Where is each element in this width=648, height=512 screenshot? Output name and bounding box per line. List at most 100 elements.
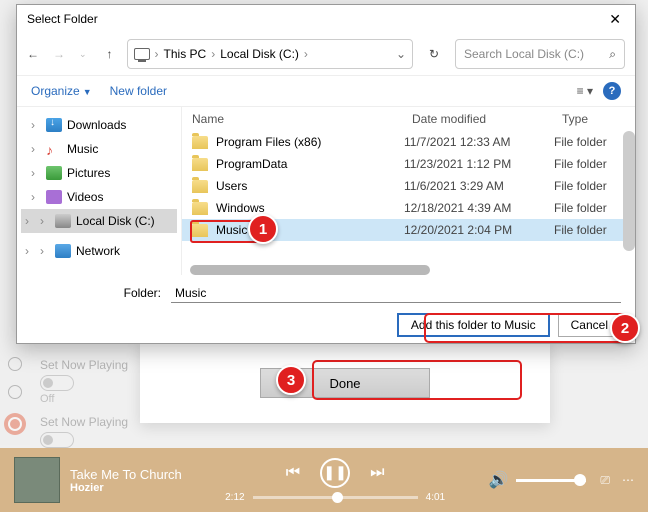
toolbar: Organize▼ New folder ≡ ▾ ? (17, 75, 635, 107)
time-elapsed: 2:12 (225, 492, 244, 503)
expand-icon[interactable]: › (40, 214, 50, 228)
file-list: Name Date modified Type Program Files (x… (181, 107, 635, 275)
tree-item-pictures[interactable]: › Pictures (21, 161, 177, 185)
progress-bar[interactable] (253, 496, 418, 499)
chevron-right-icon[interactable]: › (155, 47, 159, 61)
album-art[interactable] (14, 457, 60, 503)
expand-icon[interactable]: › (31, 142, 41, 156)
ic-music (46, 142, 62, 156)
close-button[interactable]: ✕ (601, 9, 629, 30)
pc-icon (134, 48, 150, 60)
folder-label: Folder: (31, 286, 161, 300)
tree-label: Downloads (67, 118, 126, 132)
ic-disk (55, 214, 71, 228)
dialog-footer: Folder: Add this folder to Music Cancel (17, 275, 635, 345)
nav-bar: ← → ⌄ ↑ › This PC › Local Disk (C:) › ⌄ … (17, 33, 635, 75)
col-date[interactable]: Date modified (412, 112, 562, 126)
file-name: Music (216, 223, 247, 237)
breadcrumb[interactable]: Local Disk (C:) (220, 47, 299, 61)
folder-icon (192, 180, 208, 193)
volume-bar[interactable] (516, 479, 586, 482)
toggle-off[interactable] (40, 375, 74, 391)
track-title: Take Me To Church (70, 467, 182, 482)
file-name: ProgramData (216, 157, 287, 171)
history-dropdown[interactable]: ⌄ (79, 49, 87, 60)
up-button[interactable]: ↑ (107, 47, 113, 61)
breadcrumb[interactable]: This PC (164, 47, 207, 61)
more-icon[interactable]: ⋯ (622, 473, 634, 488)
view-options-icon[interactable]: ≡ ▾ (577, 84, 593, 98)
file-row[interactable]: Windows12/18/2021 4:39 AMFile folder (182, 197, 635, 219)
column-headers[interactable]: Name Date modified Type (182, 107, 635, 131)
chevron-right-icon[interactable]: › (211, 47, 215, 61)
gear-icon (8, 385, 22, 399)
expand-icon[interactable]: › (40, 244, 50, 258)
file-date: 11/7/2021 12:33 AM (404, 135, 554, 149)
folder-tree: › Downloads › Music › Pictures › Videos › › Local … (17, 107, 181, 275)
col-name[interactable]: Name (192, 112, 412, 126)
expand-icon[interactable]: › (31, 118, 41, 132)
folder-input[interactable] (171, 283, 621, 303)
file-name: Windows (216, 201, 265, 215)
tree-item-network[interactable]: › › Network (21, 239, 177, 263)
chevron-right-icon[interactable]: › (304, 47, 308, 61)
folder-icon (192, 136, 208, 149)
time-total: 4:01 (426, 492, 445, 503)
tree-label: Videos (67, 190, 103, 204)
new-folder-button[interactable]: New folder (110, 84, 167, 98)
expand-icon[interactable]: › (25, 214, 35, 228)
tree-item-music[interactable]: › Music (21, 137, 177, 161)
expand-icon[interactable]: › (31, 166, 41, 180)
search-placeholder: Search Local Disk (C:) (464, 47, 584, 61)
help-icon[interactable]: ? (603, 82, 621, 100)
search-input[interactable]: Search Local Disk (C:) ⌕ (455, 39, 625, 69)
folder-icon (192, 202, 208, 215)
tree-label: Network (76, 244, 120, 258)
col-type[interactable]: Type (562, 112, 635, 126)
file-date: 12/18/2021 4:39 AM (404, 201, 554, 215)
tree-label: Pictures (67, 166, 110, 180)
toggle-off[interactable] (40, 432, 74, 448)
callout-1: 1 (248, 214, 278, 244)
h-scrollbar[interactable] (190, 265, 430, 275)
next-icon[interactable]: ⏭ (370, 464, 384, 482)
callout-3: 3 (276, 365, 306, 395)
prev-icon[interactable]: ⏮ (286, 464, 300, 482)
file-date: 11/6/2021 3:29 AM (404, 179, 554, 193)
v-scrollbar[interactable] (623, 131, 635, 251)
file-row[interactable]: ProgramData11/23/2021 1:12 PMFile folder (182, 153, 635, 175)
address-bar[interactable]: › This PC › Local Disk (C:) › ⌄ (127, 39, 413, 69)
cast-icon[interactable]: ⎚ (600, 473, 610, 488)
forward-button[interactable]: → (53, 47, 65, 61)
organize-menu[interactable]: Organize▼ (31, 84, 92, 98)
ic-pic (46, 166, 62, 180)
ic-net (55, 244, 71, 258)
volume-icon[interactable]: 🔊 (488, 470, 508, 490)
file-row[interactable]: Program Files (x86)11/7/2021 12:33 AMFil… (182, 131, 635, 153)
track-artist: Hozier (70, 482, 182, 494)
callout-2: 2 (610, 313, 640, 343)
file-date: 11/23/2021 1:12 PM (404, 157, 554, 171)
file-row[interactable]: Users11/6/2021 3:29 AMFile folder (182, 175, 635, 197)
refresh-button[interactable]: ↻ (419, 39, 449, 69)
tree-item-downloads[interactable]: › Downloads (21, 113, 177, 137)
dialog-title: Select Folder (27, 12, 98, 26)
done-panel: Done (140, 338, 550, 423)
search-icon: ⌕ (609, 47, 616, 62)
player-bar: Take Me To Church Hozier ⏮ ❚❚ ⏭ 2:12 4:0… (0, 448, 648, 512)
pause-button[interactable]: ❚❚ (320, 458, 350, 488)
tree-item-local-disk-c-[interactable]: › › Local Disk (C:) (21, 209, 177, 233)
addr-dropdown-icon[interactable]: ⌄ (396, 47, 406, 61)
tree-item-videos[interactable]: › Videos (21, 185, 177, 209)
back-button[interactable]: ← (27, 47, 39, 61)
add-folder-button[interactable]: Add this folder to Music (397, 313, 550, 337)
expand-icon[interactable]: › (25, 244, 35, 258)
ic-vid (46, 190, 62, 204)
user-icon (8, 357, 22, 371)
file-name: Program Files (x86) (216, 135, 321, 149)
bg-option-label: Set Now Playing (40, 415, 128, 429)
tree-label: Local Disk (C:) (76, 214, 155, 228)
tree-label: Music (67, 142, 98, 156)
expand-icon[interactable]: › (31, 190, 41, 204)
ic-down (46, 118, 62, 132)
